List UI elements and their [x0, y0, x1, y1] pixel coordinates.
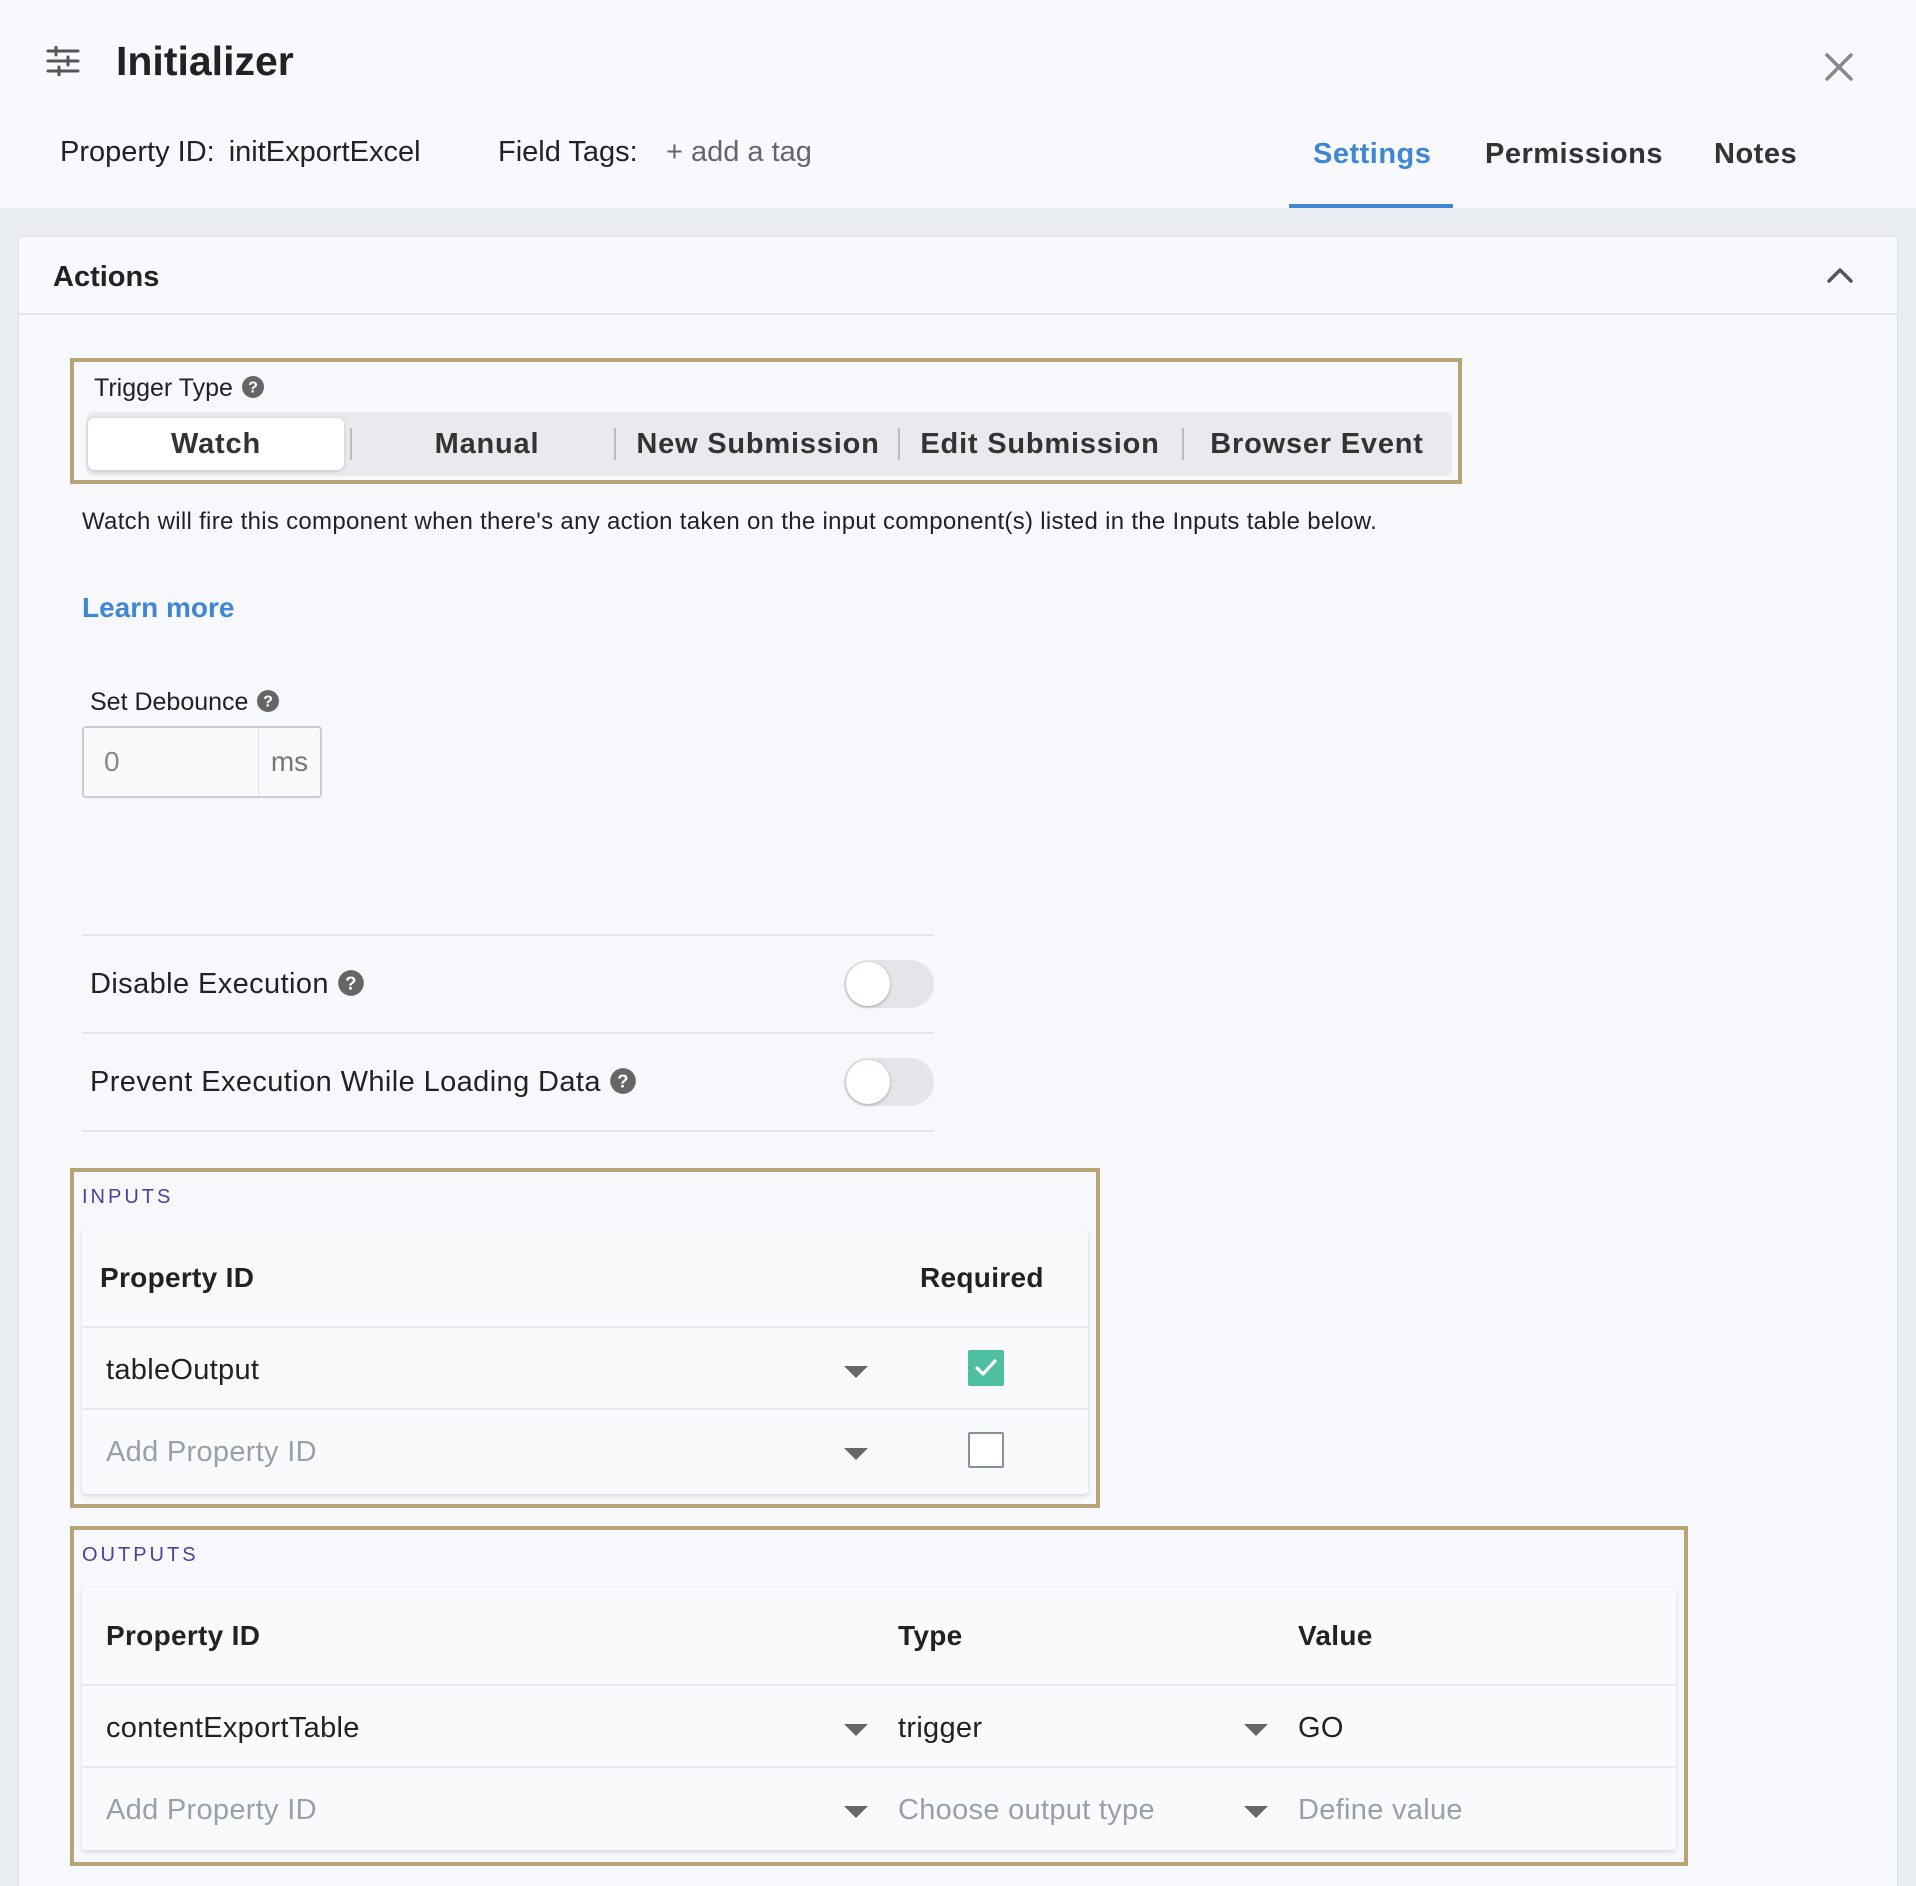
- settings-sliders-icon[interactable]: [46, 46, 80, 76]
- help-icon[interactable]: ?: [609, 1067, 637, 1095]
- learn-more-link[interactable]: Learn more: [82, 592, 235, 624]
- prevent-execution-label: Prevent Execution While Loading Data?: [90, 1066, 637, 1099]
- row-divider: [82, 1326, 1088, 1328]
- divider: [82, 934, 934, 936]
- outputs-section: OUTPUTS Property ID Type Value contentEx…: [70, 1526, 1688, 1866]
- column-header-property-id: Property ID: [106, 1620, 261, 1651]
- choose-output-type[interactable]: Choose output type: [898, 1794, 1155, 1827]
- output-value[interactable]: GO: [1298, 1712, 1344, 1745]
- prevent-execution-text: Prevent Execution While Loading Data: [90, 1066, 601, 1098]
- actions-panel-header[interactable]: Actions: [19, 237, 1897, 315]
- debounce-label-text: Set Debounce: [90, 688, 249, 716]
- input-property-id[interactable]: tableOutput: [106, 1354, 259, 1387]
- trigger-option-browser-event[interactable]: Browser Event: [1186, 418, 1448, 470]
- chevron-down-icon[interactable]: [844, 1724, 868, 1736]
- toggle-knob: [846, 1060, 890, 1104]
- field-tags-label: Field Tags:: [498, 136, 638, 168]
- divider: [82, 1130, 934, 1132]
- segment-divider: [1182, 428, 1184, 460]
- segment-divider: [614, 428, 616, 460]
- trigger-option-edit-submission[interactable]: Edit Submission: [902, 418, 1178, 470]
- row-divider: [82, 1408, 1088, 1410]
- add-output-property-id[interactable]: Add Property ID: [106, 1794, 317, 1827]
- chevron-down-icon[interactable]: [1244, 1806, 1268, 1818]
- property-id: Property ID: initExportExcel: [60, 136, 421, 169]
- trigger-option-new-submission[interactable]: New Submission: [620, 418, 896, 470]
- trigger-type-label: Trigger Type?: [94, 374, 265, 403]
- property-id-value[interactable]: initExportExcel: [229, 136, 421, 168]
- disable-execution-text: Disable Execution: [90, 968, 329, 1000]
- check-icon: [975, 1359, 997, 1376]
- inputs-title: INPUTS: [82, 1186, 174, 1208]
- toggle-knob: [846, 962, 890, 1006]
- inputs-table: Property ID Required tableOutput Add Pro…: [82, 1230, 1088, 1494]
- svg-text:?: ?: [264, 694, 274, 711]
- column-header-required: Required: [920, 1262, 1044, 1293]
- required-checkbox-empty[interactable]: [968, 1432, 1004, 1468]
- actions-title: Actions: [53, 261, 160, 293]
- disable-execution-label: Disable Execution?: [90, 968, 365, 1001]
- svg-text:?: ?: [248, 380, 258, 397]
- tab-notes[interactable]: Notes: [1714, 138, 1797, 171]
- tab-settings[interactable]: Settings: [1313, 138, 1431, 171]
- chevron-down-icon[interactable]: [844, 1366, 868, 1378]
- dialog-title: Initializer: [116, 38, 294, 84]
- trigger-type-label-text: Trigger Type: [94, 374, 233, 402]
- column-header-property-id: Property ID: [100, 1262, 255, 1293]
- chevron-down-icon[interactable]: [844, 1806, 868, 1818]
- chevron-down-icon[interactable]: [844, 1448, 868, 1460]
- property-id-label: Property ID:: [60, 136, 215, 168]
- help-icon[interactable]: ?: [241, 375, 265, 399]
- chevron-up-icon[interactable]: [1825, 263, 1855, 287]
- add-input-property-id[interactable]: Add Property ID: [106, 1436, 317, 1469]
- trigger-type-selector: Watch Manual New Submission Edit Submiss…: [86, 412, 1452, 476]
- row-divider: [82, 1684, 1676, 1686]
- debounce-field: ms: [82, 726, 322, 798]
- trigger-option-manual[interactable]: Manual: [356, 418, 618, 470]
- tab-permissions[interactable]: Permissions: [1485, 138, 1663, 171]
- segment-divider: [350, 428, 352, 460]
- trigger-option-watch[interactable]: Watch: [88, 418, 344, 470]
- svg-text:?: ?: [617, 1070, 629, 1091]
- disable-execution-toggle[interactable]: [844, 960, 934, 1008]
- debounce-input[interactable]: [104, 728, 244, 796]
- define-value[interactable]: Define value: [1298, 1794, 1463, 1827]
- outputs-table: Property ID Type Value contentExportTabl…: [82, 1588, 1676, 1850]
- outputs-title: OUTPUTS: [82, 1544, 199, 1566]
- column-header-type: Type: [898, 1620, 963, 1651]
- output-type[interactable]: trigger: [898, 1712, 982, 1745]
- help-icon[interactable]: ?: [256, 689, 280, 713]
- chevron-down-icon[interactable]: [1244, 1724, 1268, 1736]
- column-header-value: Value: [1298, 1620, 1373, 1651]
- close-icon[interactable]: [1822, 50, 1856, 84]
- prevent-execution-toggle[interactable]: [844, 1058, 934, 1106]
- inputs-section: INPUTS Property ID Required tableOutput …: [70, 1168, 1100, 1508]
- segment-divider: [898, 428, 900, 460]
- output-property-id[interactable]: contentExportTable: [106, 1712, 360, 1745]
- trigger-type-group: Trigger Type? Watch Manual New Submissio…: [70, 358, 1462, 484]
- svg-text:?: ?: [345, 972, 357, 993]
- trigger-description: Watch will fire this component when ther…: [82, 508, 1378, 535]
- divider: [82, 1032, 934, 1034]
- dialog-header: Initializer Property ID: initExportExcel …: [0, 0, 1916, 208]
- debounce-label: Set Debounce?: [90, 688, 280, 717]
- required-checkbox[interactable]: [968, 1350, 1004, 1386]
- help-icon[interactable]: ?: [337, 969, 365, 997]
- row-divider: [82, 1766, 1676, 1768]
- add-tag-button[interactable]: + add a tag: [666, 136, 812, 169]
- debounce-unit: ms: [258, 728, 320, 796]
